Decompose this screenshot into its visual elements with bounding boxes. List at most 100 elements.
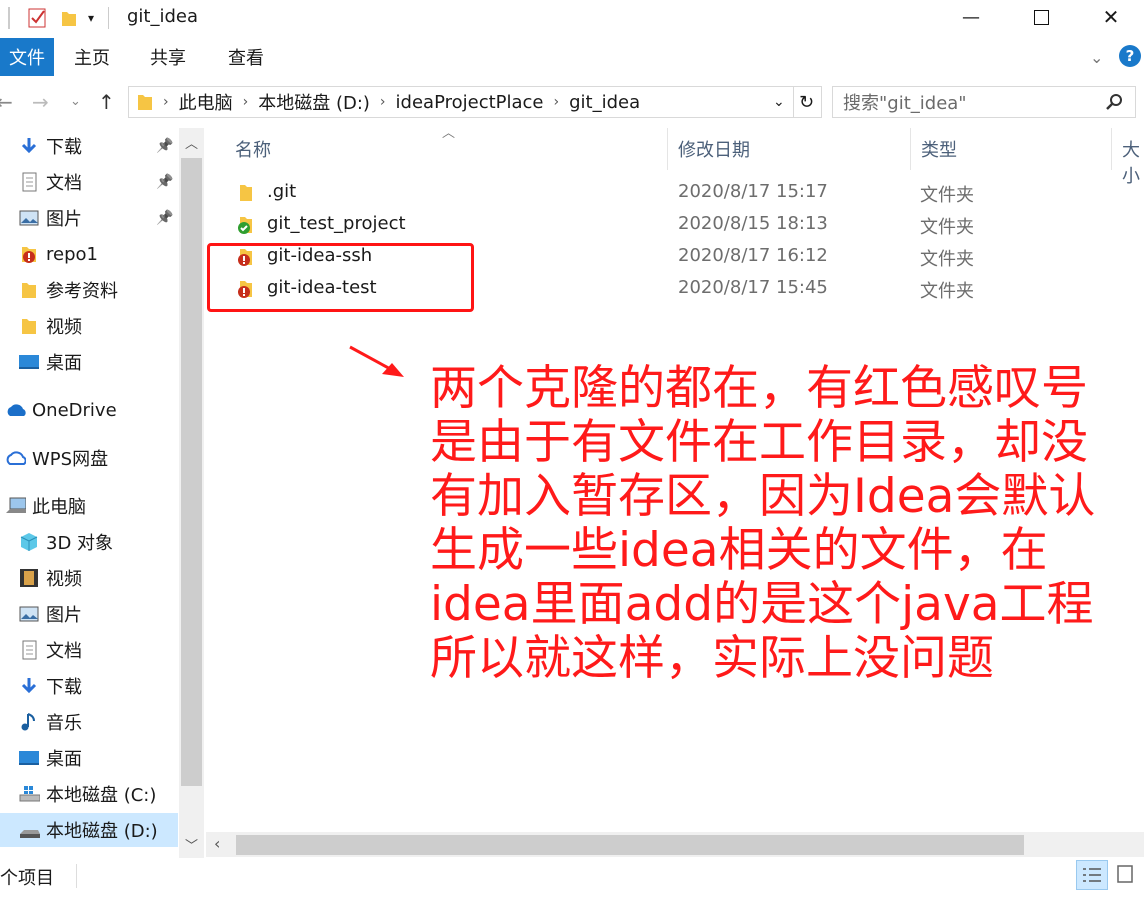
table-row[interactable]: .git 2020/8/17 15:17 文件夹 bbox=[230, 177, 1130, 209]
file-type: 文件夹 bbox=[920, 217, 974, 238]
help-icon[interactable]: ? bbox=[1119, 45, 1141, 67]
cloud-outline-icon bbox=[4, 447, 26, 469]
file-date: 2020/8/15 18:13 bbox=[678, 213, 828, 234]
sidebar-item[interactable]: 视频 bbox=[0, 561, 178, 595]
breadcrumb-separator[interactable]: › bbox=[243, 94, 249, 110]
minimize-button[interactable]: — bbox=[936, 0, 1006, 34]
forward-arrow-icon[interactable]: → bbox=[32, 90, 49, 114]
new-folder-icon[interactable] bbox=[60, 8, 78, 28]
file-name: git_test_project bbox=[267, 213, 406, 234]
horizontal-scroll-thumb[interactable] bbox=[236, 835, 1024, 855]
scroll-down-icon[interactable]: ﹀ bbox=[179, 832, 204, 856]
sidebar-item[interactable]: 下载 📌 bbox=[0, 129, 178, 163]
sidebar-item-label: OneDrive bbox=[32, 399, 117, 421]
close-button[interactable]: ✕ bbox=[1076, 0, 1144, 34]
address-bar[interactable]: › 此电脑 › 本地磁盘 (D:) › ideaProjectPlace › g… bbox=[128, 86, 822, 118]
column-name-header[interactable]: 名称 bbox=[235, 136, 271, 162]
cube-icon bbox=[18, 531, 40, 553]
folder-icon bbox=[18, 279, 40, 301]
sidebar-item[interactable]: 图片 📌 bbox=[0, 201, 178, 235]
sidebar-item-label: 下载 bbox=[46, 677, 82, 698]
sidebar-item-label: 音乐 bbox=[46, 713, 82, 734]
sidebar-item-label: 3D 对象 bbox=[46, 533, 114, 554]
sidebar-item[interactable]: WPS网盘 bbox=[0, 441, 178, 475]
sidebar-item[interactable]: 本地磁盘 (C:) bbox=[0, 777, 178, 811]
sidebar-item-label: 本地磁盘 (D:) bbox=[46, 821, 158, 842]
sidebar-item-label: repo1 bbox=[46, 243, 98, 265]
sidebar-item[interactable]: 3D 对象 bbox=[0, 525, 178, 559]
tab-file[interactable]: 文件 bbox=[0, 38, 54, 76]
details-view-button[interactable] bbox=[1076, 860, 1108, 890]
toolbar-divider bbox=[8, 7, 10, 29]
sidebar-item-label: 桌面 bbox=[46, 749, 82, 770]
column-date-header[interactable]: 修改日期 bbox=[678, 136, 750, 162]
maximize-button[interactable] bbox=[1006, 0, 1076, 34]
table-row[interactable]: git_test_project 2020/8/15 18:13 文件夹 bbox=[230, 209, 1130, 241]
sidebar-item[interactable]: 桌面 bbox=[0, 741, 178, 775]
sidebar-item[interactable]: 本地磁盘 (D:) bbox=[0, 813, 178, 847]
column-type-header[interactable]: 类型 bbox=[921, 136, 957, 162]
nav-scroll-thumb[interactable] bbox=[181, 158, 202, 786]
file-type: 文件夹 bbox=[920, 185, 974, 206]
sidebar-item[interactable]: 视频 bbox=[0, 309, 178, 343]
navigation-pane: ︿ ﹀ 下载 📌 文档 📌 图片 📌 repo1 参考资料 视频 桌面 OneDrive WPS网盘此… bbox=[0, 128, 205, 858]
breadcrumb-drive-d[interactable]: 本地磁盘 (D:) bbox=[258, 89, 370, 115]
sidebar-item[interactable]: 音乐 bbox=[0, 705, 178, 739]
sidebar-item-label: 视频 bbox=[46, 317, 82, 338]
refresh-icon[interactable]: ↻ bbox=[799, 92, 814, 113]
up-arrow-icon[interactable]: ↑ bbox=[98, 90, 115, 114]
pin-icon[interactable]: 📌 bbox=[156, 210, 173, 226]
pin-icon[interactable]: 📌 bbox=[156, 174, 173, 190]
sidebar-item[interactable]: 此电脑 bbox=[0, 489, 178, 523]
tab-share[interactable]: 共享 bbox=[150, 38, 186, 76]
annotation-line: 有加入暂存区，因为Idea会默认 bbox=[430, 469, 1096, 524]
tab-view[interactable]: 查看 bbox=[228, 38, 264, 76]
nav-scrollbar[interactable]: ︿ ﹀ bbox=[179, 128, 204, 858]
breadcrumb-separator[interactable]: › bbox=[380, 94, 386, 110]
document-icon bbox=[18, 639, 40, 661]
back-arrow-icon[interactable]: ← bbox=[0, 90, 13, 114]
customize-dropdown-icon[interactable]: ▾ bbox=[88, 11, 94, 25]
sidebar-item-label: 文档 bbox=[46, 641, 82, 662]
file-type: 文件夹 bbox=[920, 281, 974, 302]
horizontal-scrollbar[interactable]: ‹ bbox=[206, 832, 1144, 857]
window-title: git_idea bbox=[127, 6, 199, 27]
sidebar-item[interactable]: 桌面 bbox=[0, 345, 178, 379]
sidebar-item-label: 视频 bbox=[46, 569, 82, 590]
scroll-up-icon[interactable]: ︿ bbox=[179, 130, 204, 154]
large-icons-view-button[interactable] bbox=[1112, 860, 1144, 890]
sidebar-item[interactable]: repo1 bbox=[0, 237, 178, 271]
breadcrumb-ideaprojectplace[interactable]: ideaProjectPlace bbox=[396, 92, 544, 113]
breadcrumb-separator[interactable]: › bbox=[554, 94, 560, 110]
address-divider bbox=[793, 87, 794, 117]
folder-icon bbox=[236, 183, 256, 203]
breadcrumb-separator[interactable]: › bbox=[163, 94, 169, 110]
address-dropdown-icon[interactable]: ⌄ bbox=[773, 94, 785, 110]
film-icon bbox=[18, 567, 40, 589]
file-type: 文件夹 bbox=[920, 249, 974, 270]
sidebar-item-label: 图片 bbox=[46, 605, 82, 626]
expand-ribbon-icon[interactable]: ⌄ bbox=[1090, 38, 1103, 76]
recent-locations-icon[interactable]: ⌄ bbox=[70, 94, 81, 109]
breadcrumb-git-idea[interactable]: git_idea bbox=[569, 92, 640, 113]
status-bar: 个项目 bbox=[0, 860, 1144, 898]
sidebar-item[interactable]: 下载 bbox=[0, 669, 178, 703]
breadcrumb-this-pc[interactable]: 此电脑 bbox=[179, 89, 233, 115]
properties-check-icon[interactable] bbox=[28, 8, 48, 28]
annotation-text: 两个克隆的都在，有红色感叹号 是由于有文件在工作目录，却没 有加入暂存区，因为I… bbox=[430, 362, 1136, 686]
tab-home[interactable]: 主页 bbox=[74, 38, 110, 76]
column-divider[interactable] bbox=[910, 128, 911, 170]
sidebar-item[interactable]: 文档 bbox=[0, 633, 178, 667]
column-divider[interactable] bbox=[1111, 128, 1112, 170]
pin-icon[interactable]: 📌 bbox=[156, 138, 173, 154]
sidebar-item[interactable]: 参考资料 bbox=[0, 273, 178, 307]
sidebar-item[interactable]: 图片 bbox=[0, 597, 178, 631]
download-arrow-icon bbox=[18, 135, 40, 157]
column-divider[interactable] bbox=[667, 128, 668, 170]
git-clean-folder-icon bbox=[236, 215, 256, 235]
sidebar-item[interactable]: OneDrive bbox=[0, 393, 178, 427]
scroll-left-icon[interactable]: ‹ bbox=[214, 834, 220, 853]
search-input[interactable]: 搜索"git_idea" bbox=[832, 86, 1136, 118]
sidebar-item[interactable]: 文档 📌 bbox=[0, 165, 178, 199]
search-icon bbox=[1106, 94, 1122, 110]
